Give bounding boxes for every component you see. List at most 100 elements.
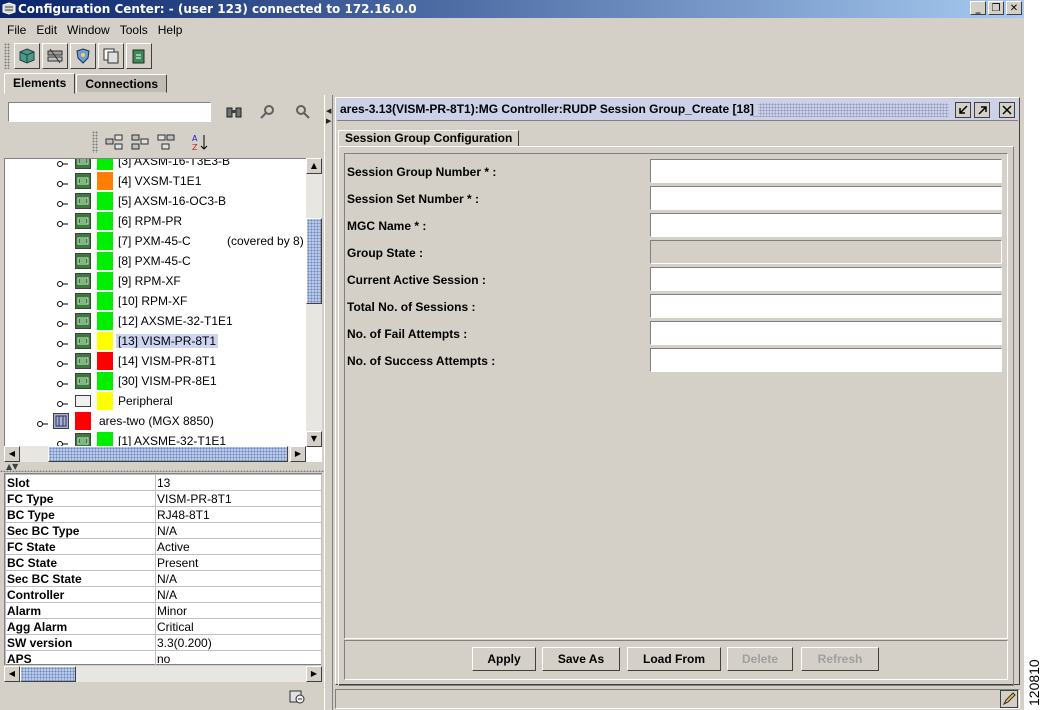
text-field[interactable] (650, 186, 1002, 210)
menu-help[interactable]: Help (153, 23, 188, 37)
tree-expand-handle-icon[interactable] (57, 177, 69, 187)
tree-item[interactable]: [30] VISM-PR-8E1 (5, 371, 307, 391)
load-from-button[interactable]: Load From (627, 647, 721, 671)
group-tree-button[interactable] (156, 133, 176, 151)
sort-toolbar-grip[interactable] (92, 131, 98, 153)
text-field[interactable] (650, 267, 1002, 291)
tree-expand-handle-icon[interactable] (57, 337, 69, 347)
maximize-button[interactable]: ❐ (988, 1, 1004, 15)
search-input[interactable] (8, 102, 211, 122)
scroll-thumb[interactable] (306, 218, 322, 304)
tree-item[interactable]: [14] VISM-PR-8T1 (5, 351, 307, 371)
split-right-arrow[interactable]: ▶ (326, 117, 331, 125)
toolbar-grip[interactable] (4, 43, 10, 69)
tree-item[interactable]: [4] VXSM-T1E1 (5, 171, 307, 191)
minimize-frame-icon (959, 105, 968, 114)
status-edit-button[interactable] (1000, 690, 1018, 708)
vertical-splitter[interactable]: ◀ ▶ (324, 95, 333, 710)
find-previous-button[interactable] (258, 103, 278, 121)
shield-button[interactable] (70, 43, 96, 69)
tree-item[interactable]: ares-two (MGX 8850) (5, 411, 307, 431)
apply-button[interactable]: Apply (472, 647, 536, 671)
tree-item[interactable]: [3] AXSM-16-T3E3-B (5, 159, 307, 171)
tree-item[interactable]: [6] RPM-PR (5, 211, 307, 231)
tree-item[interactable]: [8] PXM-45-C (5, 251, 307, 271)
undock-frame-button[interactable] (974, 102, 990, 118)
property-value: 3.3(0.200) (155, 634, 322, 651)
tree-expand-handle-icon[interactable] (57, 357, 69, 367)
tree-expand-handle-icon[interactable] (57, 217, 69, 227)
property-row: Alarm Minor (5, 602, 322, 619)
properties-horizontal-scrollbar[interactable]: ◀ ▶ (4, 666, 322, 682)
tree-item[interactable]: Peripheral (5, 391, 307, 411)
tree-expand-handle-icon[interactable] (57, 317, 69, 327)
minimize-button[interactable]: _ (970, 1, 986, 15)
text-field[interactable] (650, 321, 1002, 345)
frame-title-bar[interactable]: ares-3.13(VISM-PR-8T1):MG Controller:RUD… (337, 99, 1018, 121)
tree-expand-handle-icon[interactable] (57, 277, 69, 287)
status-indicator (97, 372, 113, 390)
tree-item[interactable]: [9] RPM-XF (5, 271, 307, 291)
expand-tree-button[interactable] (104, 133, 124, 151)
tree-item[interactable]: [10] RPM-XF (5, 291, 307, 311)
lock-status-icon[interactable] (288, 688, 306, 704)
tree-item[interactable]: [5] AXSM-16-OC3-B (5, 191, 307, 211)
scroll-thumb[interactable] (20, 666, 76, 682)
tree-vertical-scrollbar[interactable]: ▲ ▼ (306, 158, 322, 447)
menu-tools[interactable]: Tools (115, 23, 153, 37)
tree-item[interactable]: [12] AXSME-32-T1E1 (5, 311, 307, 331)
element-tree[interactable]: [3] AXSM-16-T3E3-B [4] VXSM-T1E1 [5] AXSM-… (4, 158, 322, 462)
export-button[interactable] (126, 43, 152, 69)
scroll-thumb[interactable] (48, 446, 288, 462)
text-field[interactable] (650, 213, 1002, 237)
sort-button[interactable]: AZ (190, 133, 210, 151)
tree-expand-handle-icon[interactable] (37, 417, 49, 427)
find-button[interactable] (224, 103, 244, 121)
network-button[interactable] (42, 43, 68, 69)
tree-expand-handle-icon[interactable] (57, 197, 69, 207)
menu-edit[interactable]: Edit (31, 23, 62, 37)
tree-item-note: (covered by 8) (227, 234, 304, 248)
save-as-button[interactable]: Save As (542, 647, 620, 671)
scroll-right-arrow[interactable]: ▶ (306, 666, 322, 682)
tree-expand-handle-icon[interactable] (57, 377, 69, 387)
collapse-tree-button[interactable] (130, 133, 150, 151)
refresh-button[interactable]: Refresh (801, 647, 879, 671)
tab-connections[interactable]: Connections (76, 74, 168, 93)
tree-item[interactable]: [13] VISM-PR-8T1 (5, 331, 307, 351)
minimize-frame-button[interactable] (955, 102, 971, 118)
field-label: MGC Name * : (347, 219, 427, 233)
property-row: APS no (5, 650, 322, 667)
property-value: Minor (155, 602, 322, 619)
menu-file[interactable]: File (2, 23, 31, 37)
status-indicator (97, 292, 113, 310)
menu-window[interactable]: Window (62, 23, 115, 37)
pane-splitter[interactable] (0, 470, 324, 472)
scroll-left-arrow[interactable]: ◀ (4, 446, 20, 462)
tree-item-label: [6] RPM-PR (118, 214, 183, 228)
find-next-button[interactable] (292, 103, 312, 121)
status-bar (335, 689, 1020, 709)
tab-session-group-configuration[interactable]: Session Group Configuration (338, 130, 520, 147)
delete-button[interactable]: Delete (727, 647, 793, 671)
text-field[interactable] (650, 294, 1002, 318)
tree-expand-handle-icon[interactable] (57, 397, 69, 407)
tree-item[interactable]: [7] PXM-45-C (covered by 8) (5, 231, 307, 251)
status-indicator (97, 272, 113, 290)
tree-horizontal-scrollbar[interactable]: ◀ ▶ (4, 446, 306, 462)
copy-button[interactable] (98, 43, 124, 69)
scroll-right-arrow[interactable]: ▶ (290, 446, 306, 462)
close-button[interactable]: ✕ (1006, 1, 1022, 15)
scroll-down-arrow[interactable]: ▼ (306, 431, 322, 447)
tree-expand-handle-icon[interactable] (57, 437, 69, 447)
scroll-left-arrow[interactable]: ◀ (4, 666, 20, 682)
tab-elements[interactable]: Elements (4, 73, 76, 94)
close-frame-button[interactable] (999, 102, 1015, 118)
tree-expand-handle-icon[interactable] (57, 159, 69, 167)
text-field[interactable] (650, 348, 1002, 372)
text-field[interactable] (650, 159, 1002, 183)
cube-button[interactable] (14, 43, 40, 69)
scroll-up-arrow[interactable]: ▲ (306, 158, 322, 174)
tree-expand-handle-icon[interactable] (57, 297, 69, 307)
split-left-arrow[interactable]: ◀ (326, 107, 331, 115)
